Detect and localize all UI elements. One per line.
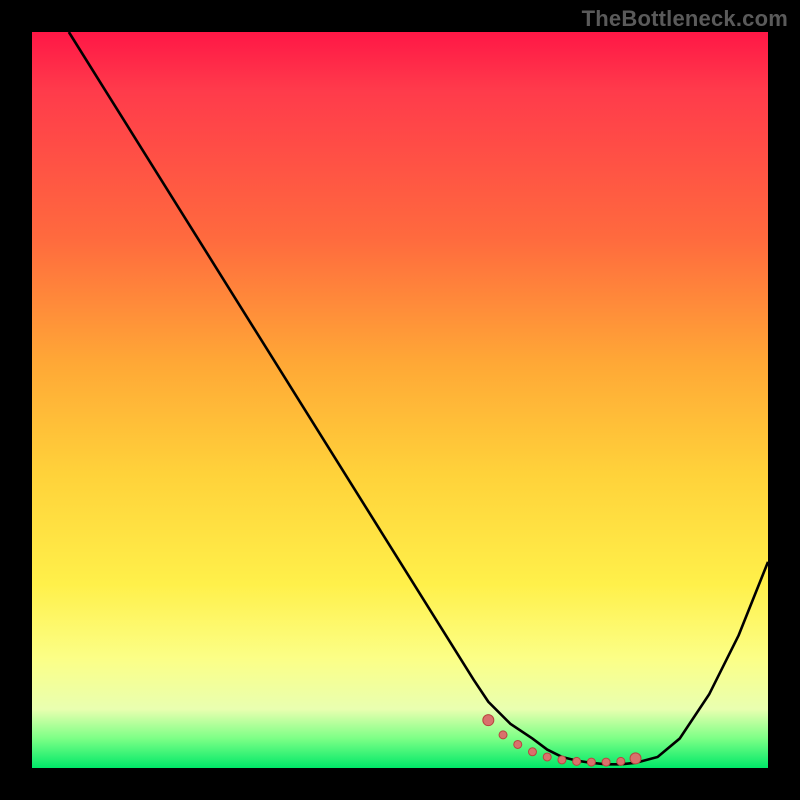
curve-marker xyxy=(617,757,625,765)
curve-marker xyxy=(573,757,581,765)
curve-marker xyxy=(499,731,507,739)
curve-marker xyxy=(630,753,641,764)
curve-marker xyxy=(587,758,595,766)
bottleneck-curve xyxy=(32,32,768,768)
curve-marker xyxy=(514,740,522,748)
watermark-text: TheBottleneck.com xyxy=(582,6,788,32)
curve-path xyxy=(69,32,768,764)
marker-group xyxy=(483,715,641,766)
plot-area xyxy=(32,32,768,768)
curve-marker xyxy=(558,756,566,764)
curve-marker xyxy=(602,758,610,766)
curve-marker xyxy=(483,715,494,726)
curve-marker xyxy=(543,753,551,761)
chart-frame: TheBottleneck.com xyxy=(0,0,800,800)
curve-marker xyxy=(528,748,536,756)
